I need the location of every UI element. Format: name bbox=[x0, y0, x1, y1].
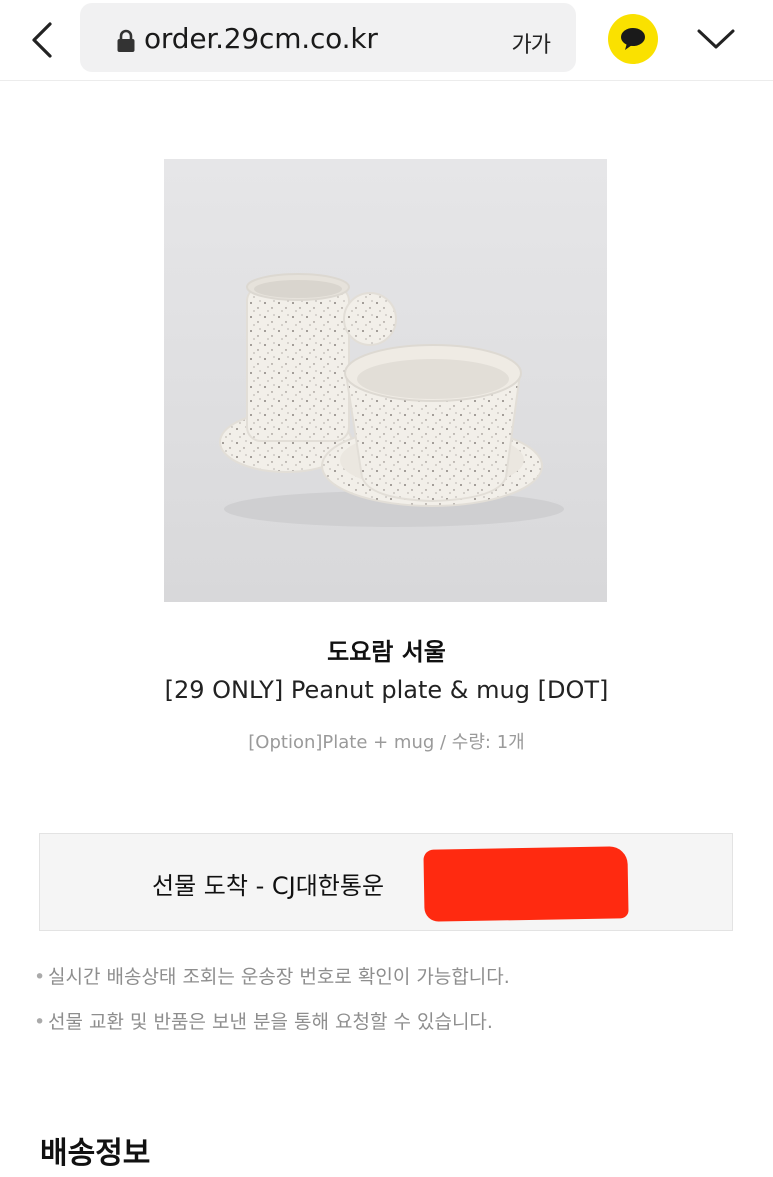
bullet-icon: • bbox=[34, 1011, 46, 1033]
kakao-talk-button[interactable] bbox=[608, 14, 658, 64]
notice-list: • 실시간 배송상태 조회는 운송장 번호로 확인이 가능합니다. • 선물 교환 … bbox=[34, 962, 510, 1052]
notice-item: • 실시간 배송상태 조회는 운송장 번호로 확인이 가능합니다. bbox=[34, 962, 510, 989]
kakao-talk-icon bbox=[621, 28, 645, 50]
mug-and-plate-illustration bbox=[219, 273, 564, 527]
browser-toolbar: order.29cm.co.kr 가가 bbox=[0, 0, 773, 81]
notice-text: 실시간 배송상태 조회는 운송장 번호로 확인이 가능합니다. bbox=[48, 966, 510, 988]
bullet-icon: • bbox=[34, 966, 46, 988]
shipping-info-heading: 배송정보 bbox=[40, 1136, 151, 1171]
url-text: order.29cm.co.kr bbox=[144, 22, 378, 55]
chevron-down-icon bbox=[697, 29, 735, 49]
product-name[interactable]: [29 ONLY] Peanut plate & mug [DOT] bbox=[0, 676, 773, 704]
lock-icon bbox=[117, 29, 135, 52]
notice-item: • 선물 교환 및 반품은 보낸 분을 통해 요청할 수 있습니다. bbox=[34, 1007, 510, 1034]
product-image[interactable] bbox=[164, 159, 607, 602]
redaction-mark bbox=[423, 846, 629, 922]
expand-menu-button[interactable] bbox=[692, 22, 740, 56]
address-bar[interactable]: order.29cm.co.kr 가가 bbox=[80, 3, 576, 72]
back-chevron-icon bbox=[32, 22, 52, 58]
notice-text: 선물 교환 및 반품은 보낸 분을 통해 요청할 수 있습니다. bbox=[48, 1011, 493, 1033]
product-option: [Option]Plate + mug / 수량: 1개 bbox=[248, 732, 525, 753]
back-button[interactable] bbox=[22, 18, 62, 62]
font-size-button[interactable]: 가가 bbox=[512, 27, 551, 59]
delivery-status-text: 선물 도착 - CJ대한통운 bbox=[152, 872, 385, 900]
delivery-status-box: 선물 도착 - CJ대한통운 bbox=[39, 833, 733, 931]
brand-name[interactable]: 도요람 서울 bbox=[0, 632, 773, 667]
